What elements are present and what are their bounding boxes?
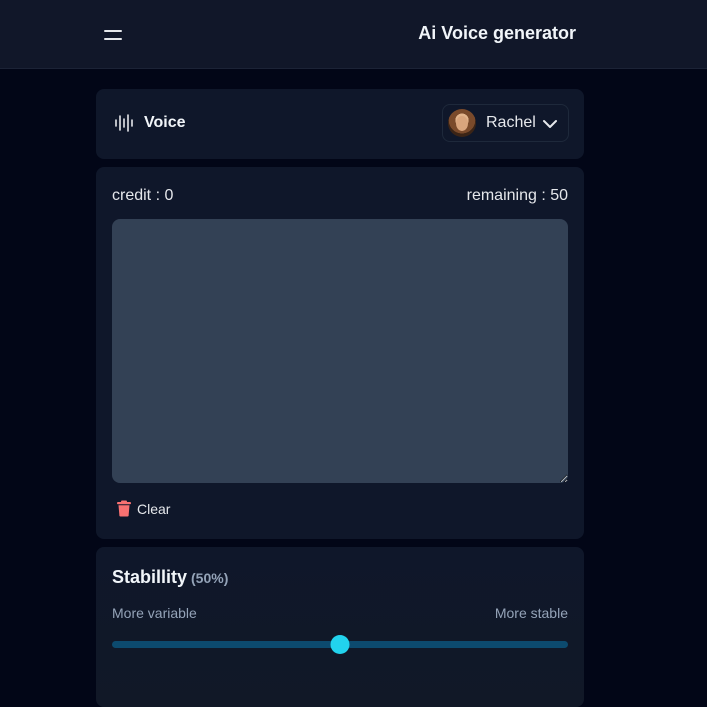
stability-title: Stabillity (50%): [112, 567, 228, 588]
stability-title-text: Stabillity: [112, 567, 188, 587]
text-card: credit : 0 remaining : 50 Clear: [96, 167, 584, 539]
voice-card: Voice Rachel: [96, 89, 584, 159]
app-title: Ai Voice generator: [418, 23, 576, 43]
text-input[interactable]: [112, 219, 568, 483]
voice-label: Voice: [144, 114, 186, 131]
credit-counter: credit : 0: [112, 187, 174, 204]
chevron-down-icon: [543, 120, 557, 128]
waveform-icon: [115, 114, 133, 132]
stability-card: Stabillity (50%) More variable More stabl…: [96, 547, 584, 707]
selected-voice-name: Rachel: [486, 114, 536, 131]
trash-icon: [117, 500, 131, 517]
clear-button[interactable]: Clear: [116, 500, 170, 517]
voice-heading: Voice: [114, 113, 186, 133]
top-bar: Ai Voice generator: [0, 0, 707, 69]
stability-slider-thumb[interactable]: [330, 635, 350, 654]
clear-label: Clear: [137, 500, 171, 517]
voice-select-dropdown[interactable]: Rachel: [442, 104, 569, 142]
remaining-counter: remaining : 50: [466, 187, 568, 204]
stability-min-label: More variable: [112, 605, 197, 621]
hamburger-menu-icon[interactable]: [104, 24, 128, 46]
stability-percent: (50%): [191, 570, 229, 586]
stability-max-label: More stable: [494, 605, 568, 621]
stability-slider[interactable]: [112, 635, 568, 654]
avatar: [448, 109, 476, 137]
